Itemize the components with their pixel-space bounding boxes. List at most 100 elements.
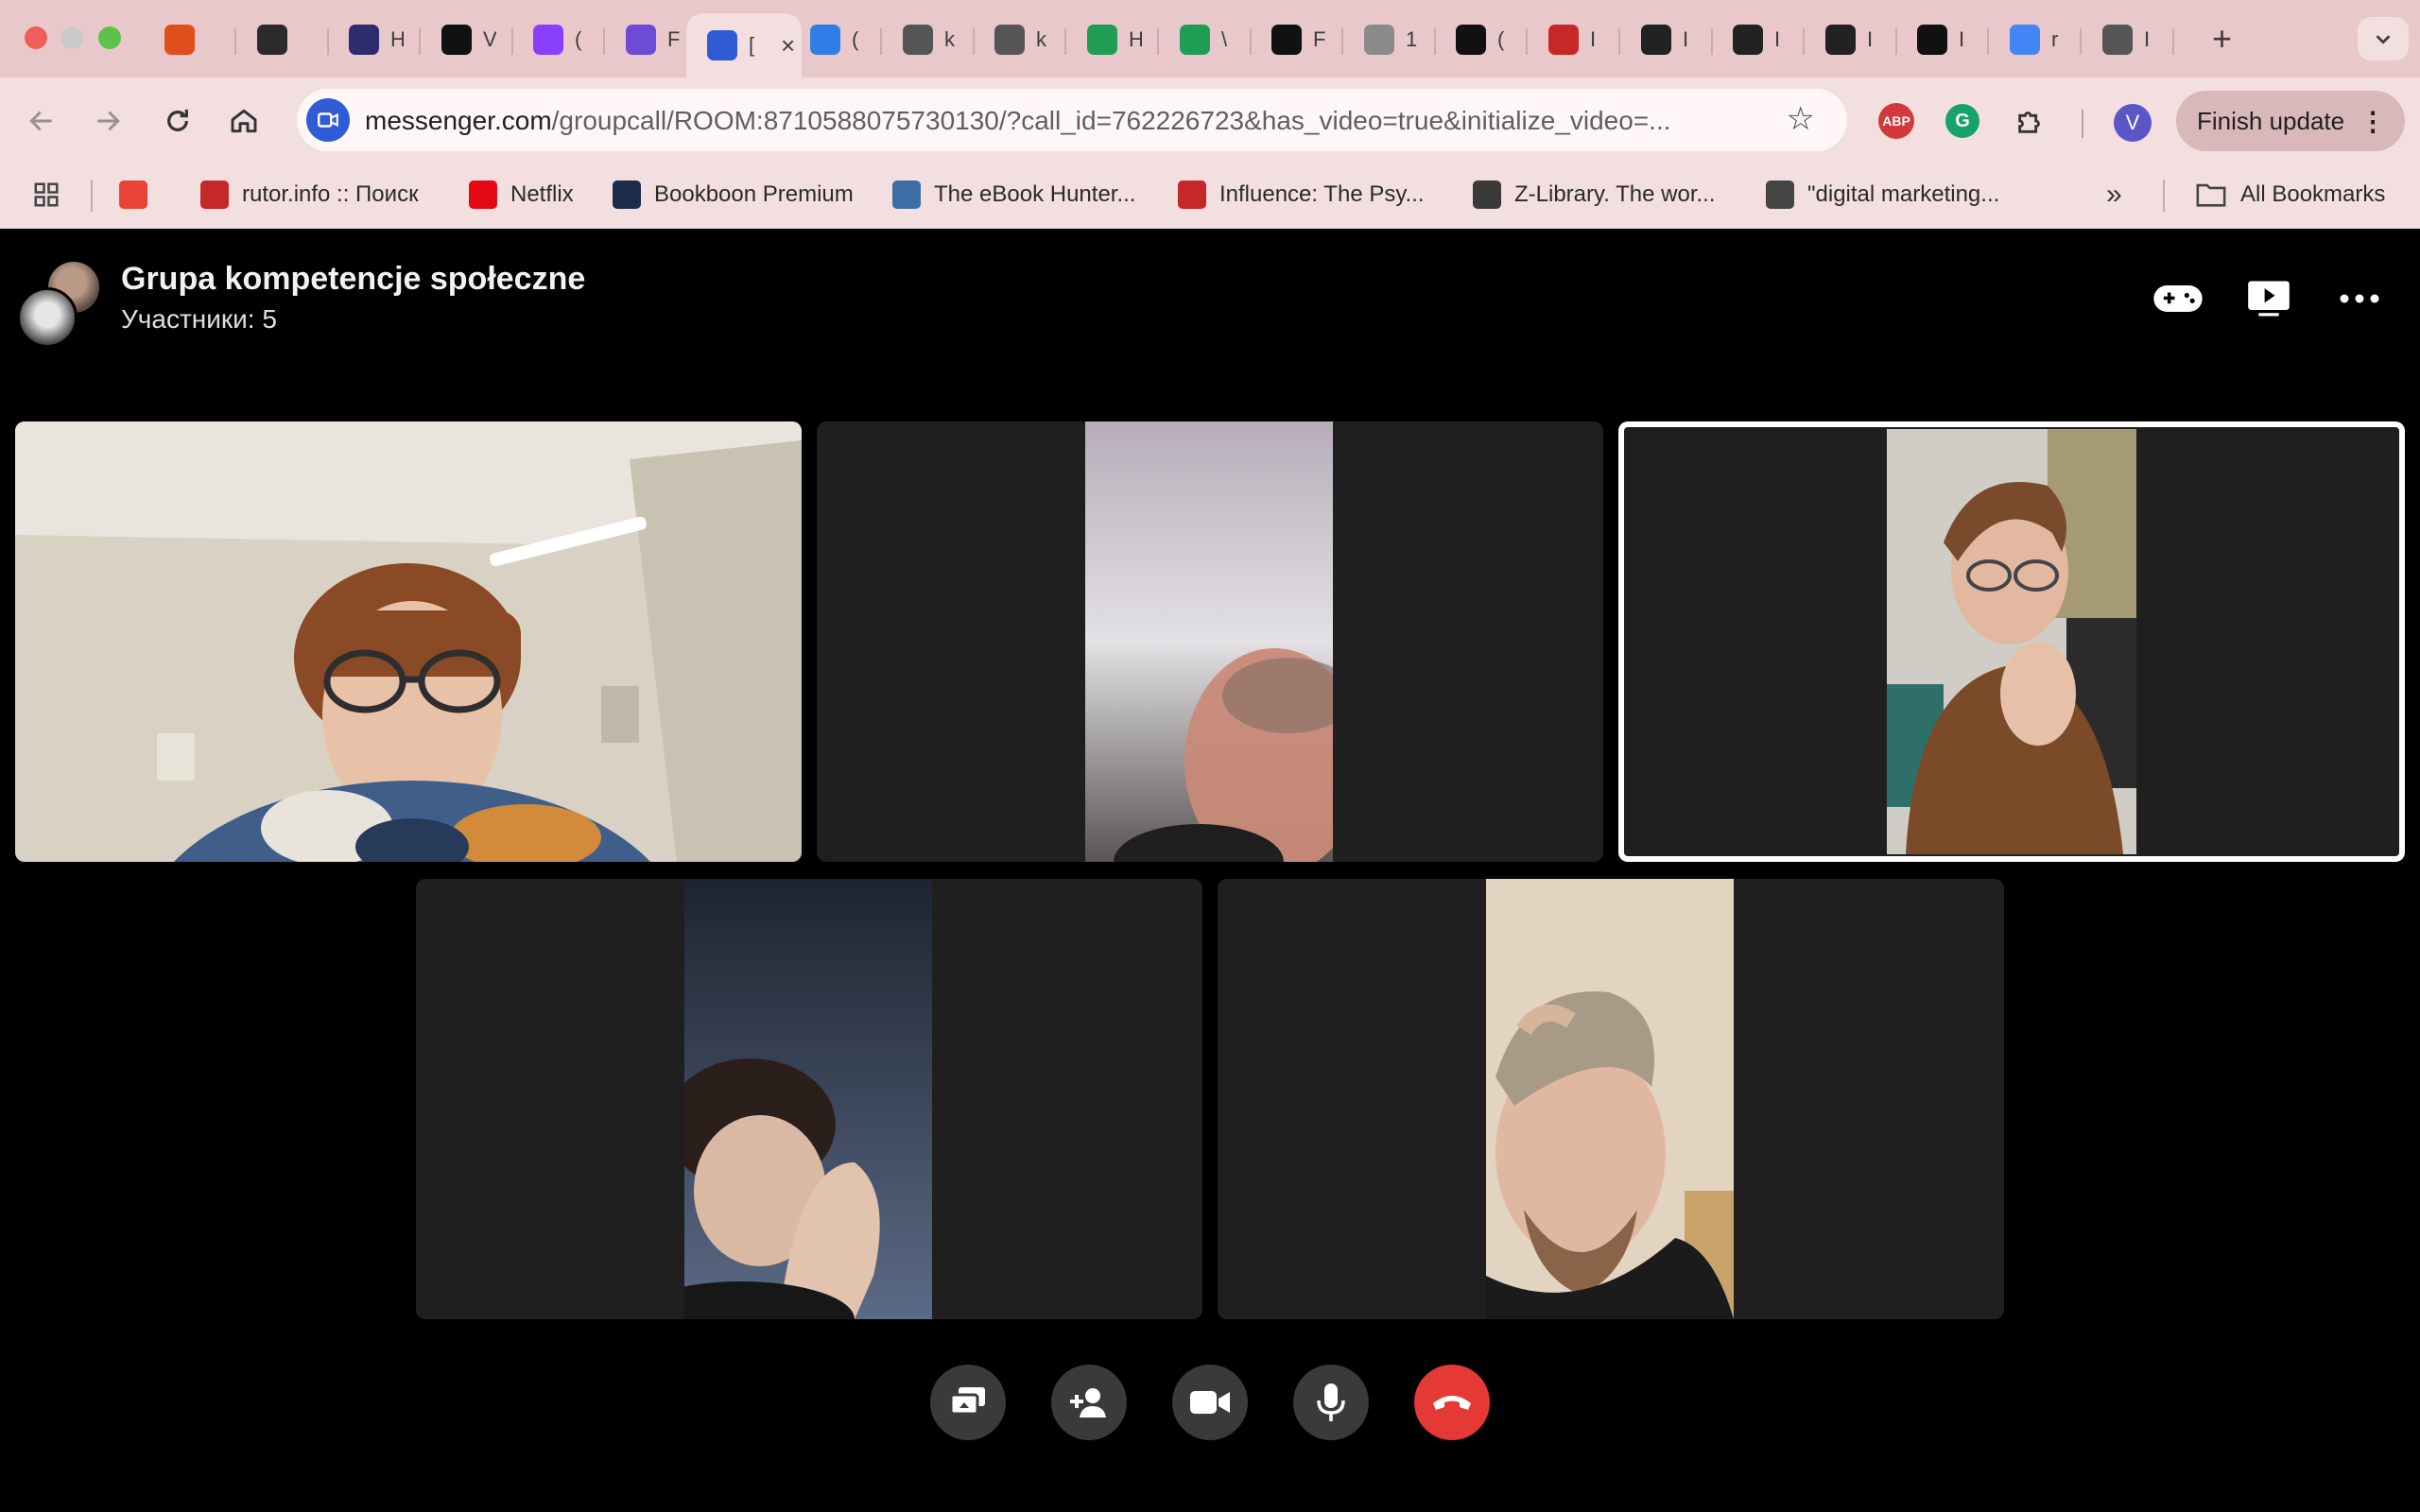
owl-icon: [626, 25, 656, 55]
more-options-button[interactable]: [2329, 270, 2390, 327]
browser-tab[interactable]: (: [512, 13, 605, 66]
tab-title: r: [2051, 27, 2059, 51]
browser-tab[interactable]: F: [605, 13, 698, 66]
bookmark-item[interactable]: Z-Library. The wor...: [1473, 178, 1716, 212]
bookmark-item[interactable]: [119, 178, 161, 212]
browser-tab[interactable]: r: [1989, 13, 2082, 66]
tab-title: I: [1590, 27, 1597, 51]
github-icon: [1641, 25, 1671, 55]
browser-tab[interactable]: I: [2082, 13, 2174, 66]
bookmarks-overflow-button[interactable]: »: [2106, 178, 2122, 212]
address-bar[interactable]: messenger.com/groupcall/ROOM:87105880757…: [297, 89, 1847, 151]
minimize-window-button[interactable]: [60, 26, 83, 49]
browser-tab[interactable]: H: [328, 13, 421, 66]
home-icon: [231, 109, 257, 133]
bookmark-item[interactable]: Netflix: [469, 178, 574, 212]
close-window-button[interactable]: [25, 26, 47, 49]
reload-button[interactable]: [157, 100, 199, 142]
forward-button[interactable]: [87, 100, 129, 142]
new-tab-button[interactable]: +: [2212, 19, 2232, 59]
tab-title: \: [1221, 27, 1228, 51]
arrow-left-icon: [29, 111, 52, 131]
toolbar-divider: [2082, 110, 2083, 138]
tab-search-button[interactable]: [2358, 17, 2409, 60]
extensions-button[interactable]: [2008, 98, 2053, 144]
openai-icon: [1456, 25, 1486, 55]
messenger-video-icon: [707, 30, 737, 60]
browser-chrome: H V(F[×(k k H \ F 1(I I I I Ir I + messenger.com/gr…: [0, 0, 2420, 229]
apps-button[interactable]: [32, 178, 60, 212]
notion-icon: [441, 25, 472, 55]
github-icon: [1825, 25, 1856, 55]
games-button[interactable]: [2148, 270, 2208, 327]
video-tile-participant-1[interactable]: [15, 421, 802, 862]
github-icon: [1733, 25, 1763, 55]
browser-tab[interactable]: I: [1896, 13, 1989, 66]
finish-update-button[interactable]: Finish update ⋮: [2176, 91, 2405, 151]
adblock-icon: ABP: [1878, 103, 1914, 139]
browser-tab[interactable]: (: [1435, 13, 1528, 66]
tab-title: V: [483, 27, 496, 51]
ebook-icon: [892, 180, 921, 209]
browser-tab[interactable]: I: [1712, 13, 1805, 66]
participant-3-video: [1887, 429, 2136, 854]
group-avatar[interactable]: [17, 259, 102, 348]
browser-tab[interactable]: V: [421, 13, 513, 66]
browser-tab[interactable]: [236, 13, 329, 66]
grammarly-extension-button[interactable]: G: [1940, 98, 1985, 144]
browser-tab[interactable]: [144, 13, 236, 66]
browser-tab[interactable]: I: [1805, 13, 1897, 66]
watch-together-button[interactable]: [2238, 270, 2299, 327]
browser-tab[interactable]: k: [974, 13, 1066, 66]
browser-tab[interactable]: (: [789, 13, 882, 66]
tab-title: H: [1129, 27, 1142, 51]
share-screen-button[interactable]: [930, 1365, 1006, 1440]
video-tile-participant-2[interactable]: [817, 421, 1603, 862]
share-screen-icon: [949, 1387, 985, 1416]
rutor-icon: [200, 180, 229, 209]
bookmark-item[interactable]: Influence: The Psy...: [1178, 178, 1425, 212]
browser-tab[interactable]: 1: [1343, 13, 1436, 66]
bookboon-icon: [613, 180, 641, 209]
bookmark-label: "digital marketing...: [1807, 181, 2000, 207]
add-person-icon: [1070, 1388, 1106, 1418]
url-text[interactable]: messenger.com/groupcall/ROOM:87105880757…: [365, 106, 1764, 136]
back-button[interactable]: [21, 100, 62, 142]
video-tile-participant-4[interactable]: [416, 879, 1202, 1319]
tab-title: k: [944, 27, 955, 51]
all-bookmarks-button[interactable]: All Bookmarks: [2195, 178, 2385, 212]
participant-1-video: [15, 421, 802, 862]
more-vert-icon: ⋮: [2360, 106, 2387, 136]
profile-avatar[interactable]: V: [2114, 104, 2152, 142]
browser-tab[interactable]: I: [1620, 13, 1713, 66]
end-call-button[interactable]: [1414, 1365, 1490, 1440]
bookmark-item[interactable]: "digital marketing...: [1766, 178, 1999, 212]
adblock-extension-button[interactable]: ABP: [1874, 98, 1919, 144]
bookmarks-divider: [91, 180, 93, 212]
bookmark-item[interactable]: Bookboon Premium: [613, 178, 854, 212]
bookmarks-bar: rutor.info :: Поиск Netflix Bookboon Premi…: [0, 164, 2420, 227]
pdf-icon: [1178, 180, 1206, 209]
browser-tab[interactable]: F: [1251, 13, 1343, 66]
camera-button[interactable]: [1172, 1365, 1248, 1440]
all-bookmarks-label: All Bookmarks: [2240, 181, 2386, 207]
home-button[interactable]: [223, 100, 265, 142]
add-participant-button[interactable]: [1051, 1365, 1127, 1440]
tab-title: (: [575, 27, 582, 51]
browser-tab[interactable]: [×: [686, 13, 802, 77]
grammarly-icon: G: [1945, 104, 1979, 138]
bookmark-item[interactable]: The eBook Hunter...: [892, 178, 1135, 212]
video-call-icon: [306, 98, 350, 142]
microphone-button[interactable]: [1293, 1365, 1369, 1440]
maximize-window-button[interactable]: [98, 26, 121, 49]
browser-tab[interactable]: H: [1066, 13, 1159, 66]
browser-tab[interactable]: k: [882, 13, 975, 66]
bookmark-item[interactable]: rutor.info :: Поиск: [200, 178, 419, 212]
video-tile-participant-3[interactable]: [1618, 421, 2405, 862]
video-tile-participant-5[interactable]: [1218, 879, 2004, 1319]
browser-tab[interactable]: \: [1159, 13, 1252, 66]
reload-icon: [167, 110, 188, 131]
member-avatar: [17, 287, 78, 348]
bookmark-star-icon[interactable]: ☆: [1787, 100, 1815, 138]
browser-tab[interactable]: I: [1528, 13, 1620, 66]
